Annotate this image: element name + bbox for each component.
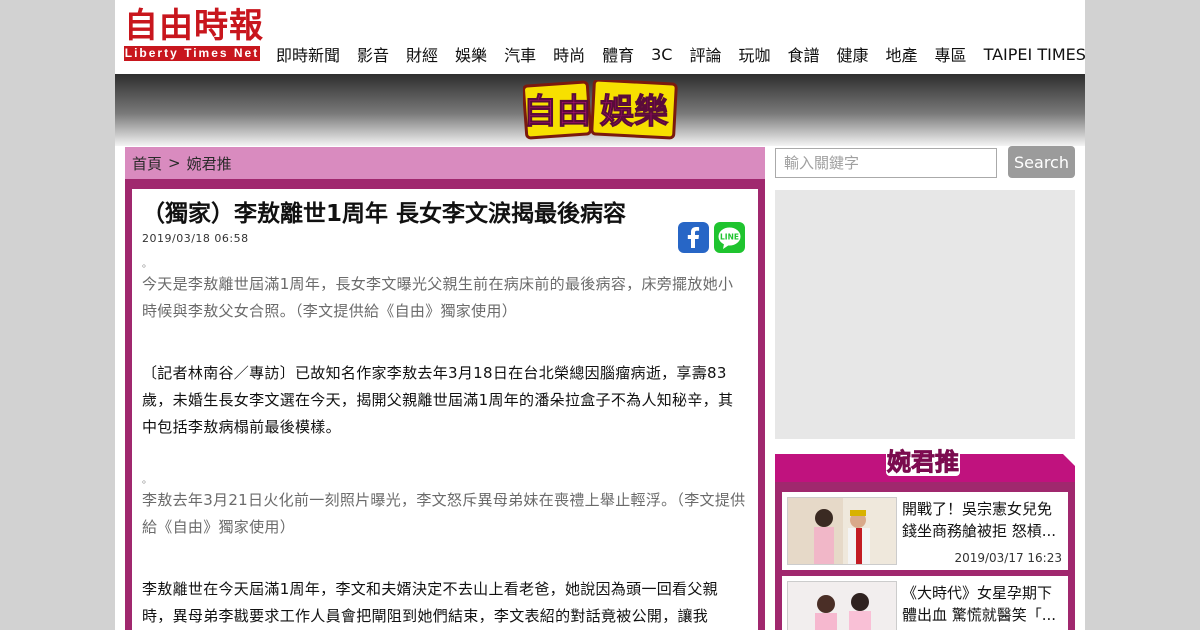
line-share-button[interactable]: LINE — [714, 222, 745, 253]
recommend-item[interactable]: 《大時代》女星孕期下 體出血 驚慌就醫笑「... — [782, 576, 1068, 630]
nav-3c[interactable]: 3C — [651, 45, 672, 64]
site-logo[interactable]: 自由時報 Liberty Times Net — [124, 6, 264, 62]
nav-property[interactable]: 地產 — [886, 42, 918, 66]
nav-health[interactable]: 健康 — [837, 42, 869, 66]
nav-entertainment[interactable]: 娛樂 — [455, 42, 487, 66]
section-banner: 自由 娛樂 — [115, 74, 1085, 146]
recommend-headline[interactable]: 《大時代》女星孕期下 體出血 驚慌就醫笑「... — [902, 582, 1062, 626]
breadcrumb-home[interactable]: 首頁 — [132, 153, 162, 174]
recommend-date: 2019/03/17 16:23 — [954, 551, 1062, 565]
recommend-headline[interactable]: 開戰了！吳宗憲女兒免 錢坐商務艙被拒 怒槓... — [902, 498, 1062, 542]
headline-line-1: 開戰了！吳宗憲女兒免 — [902, 500, 1053, 518]
main-nav: 即時新聞 影音 財經 娛樂 汽車 時尚 體育 3C 評論 玩咖 食譜 健康 地產… — [276, 42, 1085, 66]
thumbnail-image — [787, 581, 897, 630]
breadcrumb: 首頁 > 婉君推 — [125, 147, 765, 179]
photo-marker-1: 。 — [142, 259, 152, 270]
svg-text:自由: 自由 — [523, 92, 591, 132]
recommend-logo: 婉君推 — [886, 444, 960, 476]
nav-finance[interactable]: 財經 — [406, 42, 438, 66]
nav-video[interactable]: 影音 — [357, 42, 389, 66]
site-header: 自由時報 Liberty Times Net 即時新聞 影音 財經 娛樂 汽車 … — [115, 0, 1085, 74]
facebook-icon — [687, 227, 700, 248]
line-icon: LINE — [718, 227, 741, 249]
article-paragraph-1: 〔記者林南谷／專訪〕已故知名作家李敖去年3月18日在台北榮總因腦瘤病逝，享壽83… — [142, 364, 734, 436]
article-body: （獨家）李敖離世1周年 長女李文淚揭最後病容 2019/03/18 06:58 … — [132, 189, 758, 630]
photo-caption-1: 今天是李敖離世屆滿1周年，長女李文曝光父親生前在病床前的最後病容，床旁擺放她小時… — [142, 275, 734, 320]
article-title: （獨家）李敖離世1周年 長女李文淚揭最後病容 — [142, 201, 627, 227]
nav-opinion[interactable]: 評論 — [689, 42, 721, 66]
photo-caption-2: 李敖去年3月21日火化前一刻照片曝光，李文怒斥異母弟妹在喪禮上舉止輕浮。（李文提… — [142, 491, 746, 536]
nav-special[interactable]: 專區 — [935, 42, 967, 66]
nav-taipei-times[interactable]: TAIPEI TIMES — [984, 45, 1085, 64]
page: 自由時報 Liberty Times Net 即時新聞 影音 財經 娛樂 汽車 … — [115, 0, 1085, 630]
entertainment-logo[interactable]: 自由 娛樂 — [523, 80, 679, 140]
logo-english: Liberty Times Net — [124, 46, 260, 61]
article-paragraph-2: 李敖離世在今天屆滿1周年，李文和夫婿決定不去山上看老爸，她說因為頭一回看父親時，… — [142, 580, 718, 625]
nav-fashion[interactable]: 時尚 — [553, 42, 585, 66]
recommend-header: 婉君推 — [775, 444, 1075, 482]
nav-playground[interactable]: 玩咖 — [738, 42, 770, 66]
logo-chinese: 自由時報 — [124, 6, 264, 46]
search-input[interactable] — [775, 148, 997, 178]
breadcrumb-separator: > — [168, 154, 181, 172]
search-button[interactable]: Search — [1008, 146, 1075, 178]
facebook-share-button[interactable] — [678, 222, 709, 253]
header-corner — [1063, 454, 1075, 466]
svg-text:婉君推: 婉君推 — [886, 448, 959, 476]
ad-placeholder — [775, 190, 1075, 439]
svg-text:娛樂: 娛樂 — [599, 92, 669, 132]
recommend-item[interactable]: 開戰了！吳宗憲女兒免 錢坐商務艙被拒 怒槓... 2019/03/17 16:2… — [782, 492, 1068, 570]
nav-realtime-news[interactable]: 即時新聞 — [276, 42, 340, 66]
headline-line-1: 《大時代》女星孕期下 — [902, 584, 1053, 602]
nav-sports[interactable]: 體育 — [602, 42, 634, 66]
svg-text:LINE: LINE — [720, 233, 739, 242]
article-date: 2019/03/18 06:58 — [142, 232, 249, 245]
nav-auto[interactable]: 汽車 — [504, 42, 536, 66]
headline-line-2: 錢坐商務艙被拒 怒槓... — [902, 522, 1057, 540]
nav-recipes[interactable]: 食譜 — [788, 42, 820, 66]
headline-line-2: 體出血 驚慌就醫笑「... — [902, 606, 1057, 624]
photo-marker-2: 。 — [142, 475, 152, 486]
breadcrumb-section[interactable]: 婉君推 — [187, 153, 232, 174]
thumbnail-image — [787, 497, 897, 565]
